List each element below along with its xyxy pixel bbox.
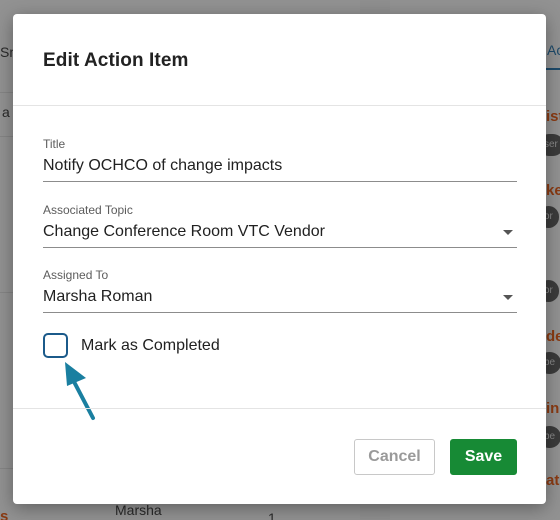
background-text: s <box>0 508 9 520</box>
background-text: ing <box>546 400 560 417</box>
chevron-down-icon[interactable] <box>503 230 513 235</box>
chevron-down-icon[interactable] <box>503 295 513 300</box>
associated-topic-value[interactable]: Change Conference Room VTC Vendor <box>43 223 325 241</box>
assigned-to-select[interactable]: Assigned To Marsha Roman <box>43 268 517 314</box>
dialog-footer-divider <box>13 408 546 409</box>
edit-action-item-dialog: Edit Action Item Title Notify OCHCO of c… <box>13 14 546 504</box>
title-field-underline <box>43 181 517 182</box>
background-text: 1 <box>268 510 276 520</box>
background-text: a <box>2 104 10 120</box>
associated-topic-select[interactable]: Associated Topic Change Conference Room … <box>43 203 517 249</box>
title-field[interactable]: Title Notify OCHCO of change impacts <box>43 137 517 183</box>
background-text: Marsha <box>115 502 162 518</box>
background-text: de <box>546 328 560 345</box>
background-text: ist <box>546 108 560 125</box>
associated-topic-underline <box>43 247 517 248</box>
associated-topic-label: Associated Topic <box>43 203 133 217</box>
assigned-to-value[interactable]: Marsha Roman <box>43 288 152 306</box>
background-tab: Ac <box>547 42 560 58</box>
background-tab-underline <box>546 68 560 70</box>
save-button[interactable]: Save <box>450 439 517 475</box>
title-field-label: Title <box>43 137 66 151</box>
assigned-to-underline <box>43 312 517 313</box>
title-field-value[interactable]: Notify OCHCO of change impacts <box>43 157 282 175</box>
assigned-to-label: Assigned To <box>43 268 109 282</box>
annotation-arrow-icon <box>65 362 95 420</box>
cancel-button[interactable]: Cancel <box>354 439 435 475</box>
dialog-title: Edit Action Item <box>43 50 189 71</box>
background-text: ke <box>546 182 560 199</box>
dialog-header: Edit Action Item <box>13 14 546 106</box>
background-text: ate <box>546 472 560 489</box>
